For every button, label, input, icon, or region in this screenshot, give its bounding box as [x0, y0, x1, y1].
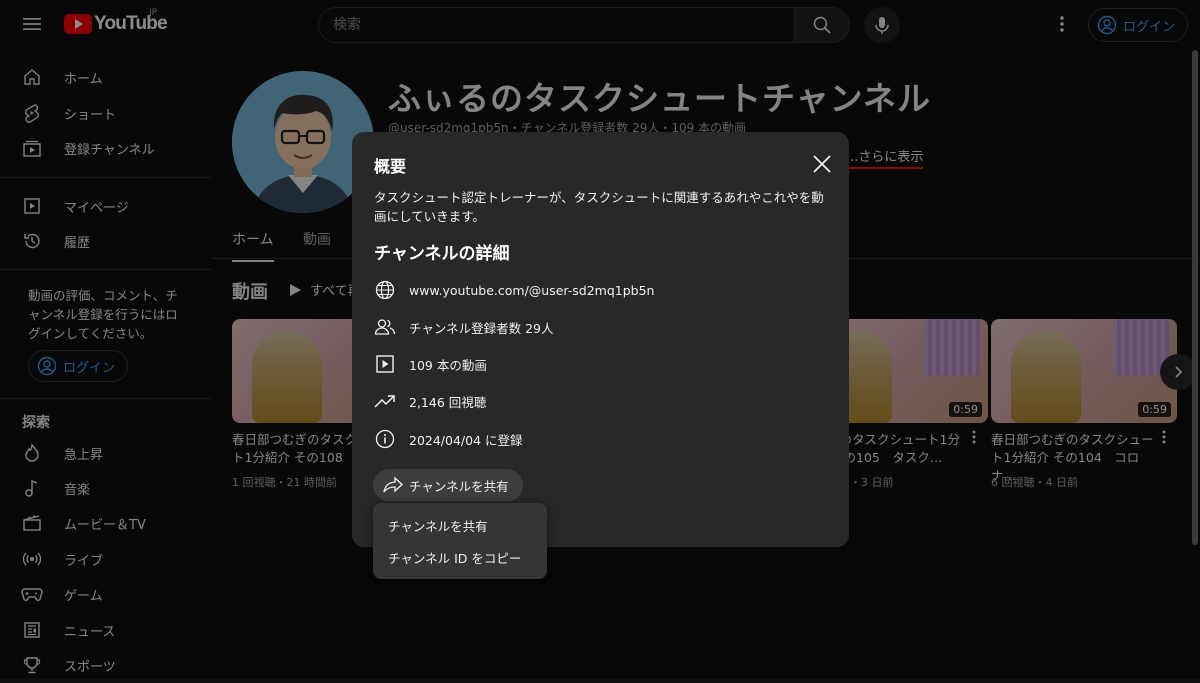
video-icon — [374, 353, 396, 375]
detail-row-subscribers: チャンネル登録者数 29人 — [374, 315, 554, 339]
detail-row-views: 2,146 回視聴 — [374, 389, 486, 413]
share-label: チャンネルを共有 — [409, 478, 509, 494]
detail-row-joined: 2024/04/04 に登録 — [374, 427, 523, 451]
video-count: 109 本の動画 — [409, 357, 487, 373]
close-button[interactable] — [810, 152, 834, 176]
channel-description: タスクシュート認定トレーナーが、タスクシュートに関連するあれやこれやを動画にして… — [374, 190, 824, 224]
detail-row-url: www.youtube.com/@user-sd2mq1pb5n — [374, 278, 654, 302]
joined-date: 2024/04/04 に登録 — [409, 432, 523, 448]
globe-icon — [374, 279, 396, 301]
trending-up-icon — [374, 390, 396, 412]
view-count: 2,146 回視聴 — [409, 394, 487, 410]
dialog-title: 概要 — [374, 157, 407, 176]
share-menu: チャンネルを共有 チャンネル ID をコピー — [373, 503, 547, 579]
share-icon — [383, 476, 403, 493]
subscribers-icon — [374, 316, 396, 338]
subscriber-count: チャンネル登録者数 29人 — [409, 320, 554, 336]
detail-row-videos: 109 本の動画 — [374, 352, 487, 376]
menu-item-copy-channel-id[interactable]: チャンネル ID をコピー — [388, 548, 521, 567]
share-channel-button[interactable]: チャンネルを共有 — [373, 469, 523, 501]
channel-url[interactable]: www.youtube.com/@user-sd2mq1pb5n — [409, 283, 654, 298]
details-heading: チャンネルの詳細 — [374, 244, 510, 264]
close-icon — [813, 155, 831, 173]
menu-item-share-channel[interactable]: チャンネルを共有 — [388, 516, 488, 535]
info-icon — [374, 428, 396, 450]
